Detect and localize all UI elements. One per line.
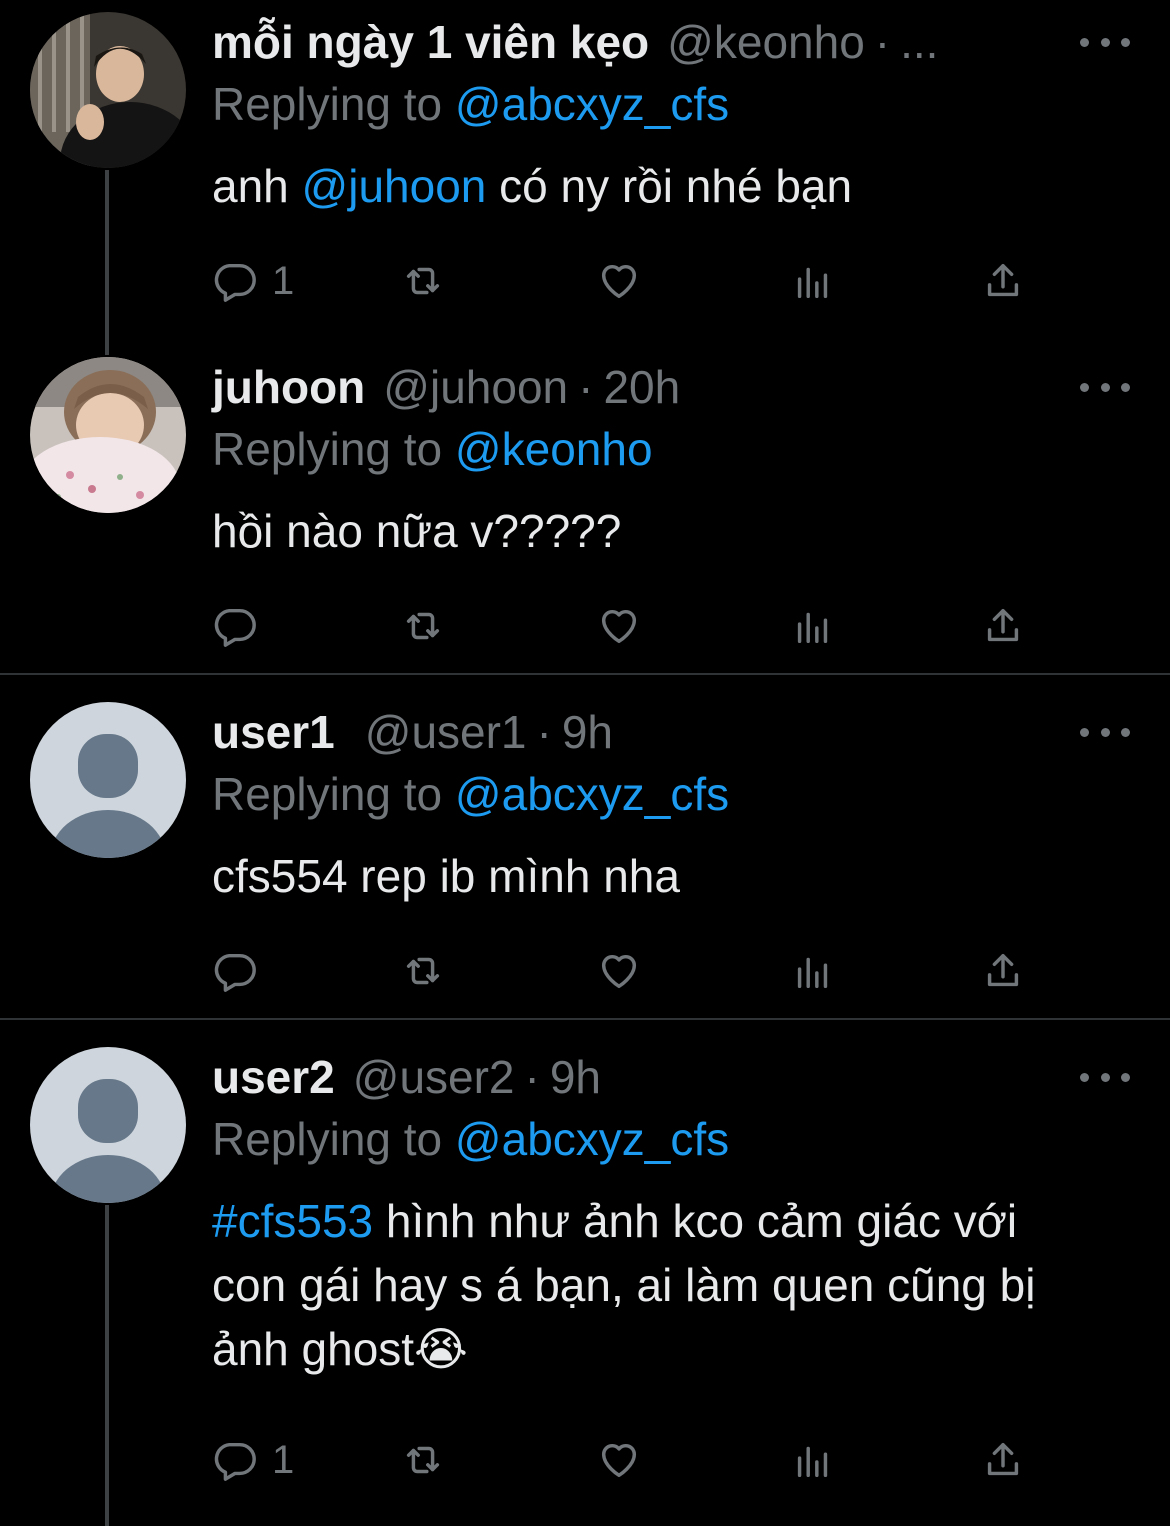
- retweet-button[interactable]: [400, 601, 446, 651]
- replying-to: Replying to @abcxyz_cfs: [212, 1109, 729, 1169]
- username-handle[interactable]: @user1: [365, 702, 527, 762]
- avatar[interactable]: [30, 357, 186, 513]
- replying-label: Replying to: [212, 1113, 443, 1165]
- replying-to: Replying to @keonho: [212, 419, 653, 479]
- tweet-text-part: có ny rồi nhé bạn: [486, 160, 853, 212]
- username-handle[interactable]: @juhoon: [383, 357, 568, 417]
- like-button[interactable]: [596, 601, 642, 651]
- retweet-button[interactable]: [400, 946, 446, 996]
- replying-to-link[interactable]: @abcxyz_cfs: [455, 78, 729, 130]
- tweet-text: #cfs553 hình như ảnh kco cảm giác với co…: [212, 1189, 1092, 1381]
- analytics-icon: [797, 1446, 828, 1478]
- share-button[interactable]: [980, 601, 1026, 651]
- like-icon: [601, 609, 637, 644]
- username-handle[interactable]: @user2: [353, 1047, 515, 1107]
- separator-dot: ·: [578, 361, 594, 413]
- separator-dot: ·: [524, 1051, 540, 1103]
- default-avatar-icon[interactable]: [30, 1047, 186, 1203]
- like-icon: [601, 264, 637, 299]
- share-button[interactable]: [980, 256, 1026, 306]
- reply-button[interactable]: 1: [212, 256, 294, 306]
- like-button[interactable]: [596, 1435, 642, 1485]
- display-name[interactable]: user1: [212, 702, 335, 762]
- display-name[interactable]: user2: [212, 1047, 335, 1107]
- replying-to-link[interactable]: @abcxyz_cfs: [455, 1113, 729, 1165]
- replying-to: Replying to @abcxyz_cfs: [212, 74, 729, 134]
- replying-label: Replying to: [212, 768, 443, 820]
- analytics-button[interactable]: [790, 601, 836, 651]
- share-icon: [987, 953, 1019, 987]
- reply-icon: [214, 953, 256, 992]
- timestamp[interactable]: 9h: [562, 702, 613, 762]
- divider: [0, 673, 1170, 675]
- replying-to-link[interactable]: @abcxyz_cfs: [455, 768, 729, 820]
- action-bar: 1: [212, 256, 1042, 306]
- like-button[interactable]: [596, 946, 642, 996]
- timestamp[interactable]: 20h: [603, 357, 680, 417]
- tweet-text: anh @juhoon có ny rồi nhé bạn: [212, 154, 1112, 218]
- analytics-button[interactable]: [790, 946, 836, 996]
- share-icon: [987, 1442, 1019, 1476]
- tweet-text: hồi nào nữa v?????: [212, 505, 622, 557]
- tweet-text: cfs554 rep ib mình nha: [212, 850, 680, 902]
- hashtag-link[interactable]: #cfs553: [212, 1195, 373, 1247]
- reply-button[interactable]: 1: [212, 1435, 294, 1485]
- separator-dot: ·: [874, 16, 891, 68]
- like-icon: [601, 1443, 637, 1478]
- share-button[interactable]: [980, 1435, 1026, 1485]
- like-button[interactable]: [596, 256, 642, 306]
- like-icon: [601, 954, 637, 989]
- retweet-button[interactable]: [400, 1435, 446, 1485]
- share-icon: [987, 608, 1019, 642]
- timestamp[interactable]: ...: [900, 12, 938, 72]
- avatar[interactable]: [30, 12, 186, 168]
- analytics-icon: [797, 612, 828, 644]
- tweet[interactable]: mỗi ngày 1 viên kẹo @keonho · ... Replyi…: [0, 12, 1170, 332]
- retweet-button[interactable]: [400, 256, 446, 306]
- separator-dot: ·: [536, 706, 552, 758]
- analytics-button[interactable]: [790, 1435, 836, 1485]
- replying-to: Replying to @abcxyz_cfs: [212, 764, 729, 824]
- retweet-icon: [406, 957, 440, 985]
- tweet[interactable]: user2 @user2 · 9h Replying to @abcxyz_cf…: [0, 1047, 1170, 1507]
- mention-link[interactable]: @juhoon: [302, 160, 487, 212]
- tweet[interactable]: juhoon @juhoon · 20h Replying to @keonho…: [0, 357, 1170, 667]
- replying-label: Replying to: [212, 423, 443, 475]
- reply-button[interactable]: [212, 946, 272, 996]
- share-icon: [987, 263, 1019, 297]
- retweet-icon: [406, 267, 440, 295]
- username-handle[interactable]: @keonho: [667, 12, 865, 72]
- analytics-icon: [797, 267, 828, 299]
- default-avatar-icon[interactable]: [30, 702, 186, 858]
- crying-emoji: 😭: [414, 1323, 468, 1375]
- reply-button[interactable]: [212, 601, 272, 651]
- timestamp[interactable]: 9h: [550, 1047, 601, 1107]
- reply-icon: [214, 608, 256, 647]
- display-name[interactable]: mỗi ngày 1 viên kẹo: [212, 12, 649, 72]
- reply-icon: [214, 1442, 256, 1481]
- analytics-icon: [797, 957, 828, 989]
- share-button[interactable]: [980, 946, 1026, 996]
- action-bar: [212, 601, 1042, 651]
- reply-count: 1: [272, 258, 295, 303]
- more-icon[interactable]: [1080, 367, 1130, 407]
- reply-count: 1: [272, 1437, 295, 1482]
- action-bar: 1: [212, 1435, 1042, 1485]
- action-bar: [212, 946, 1042, 996]
- tweet[interactable]: user1 @user1 · 9h Replying to @abcxyz_cf…: [0, 702, 1170, 1012]
- tweet-text-part: anh: [212, 160, 302, 212]
- more-icon[interactable]: [1080, 22, 1130, 62]
- more-icon[interactable]: [1080, 712, 1130, 752]
- replying-label: Replying to: [212, 78, 443, 130]
- retweet-icon: [406, 612, 440, 640]
- replying-to-link[interactable]: @keonho: [455, 423, 653, 475]
- divider: [0, 1018, 1170, 1020]
- retweet-icon: [406, 1446, 440, 1474]
- display-name[interactable]: juhoon: [212, 357, 365, 417]
- more-icon[interactable]: [1080, 1057, 1130, 1097]
- analytics-button[interactable]: [790, 256, 836, 306]
- reply-icon: [214, 263, 256, 302]
